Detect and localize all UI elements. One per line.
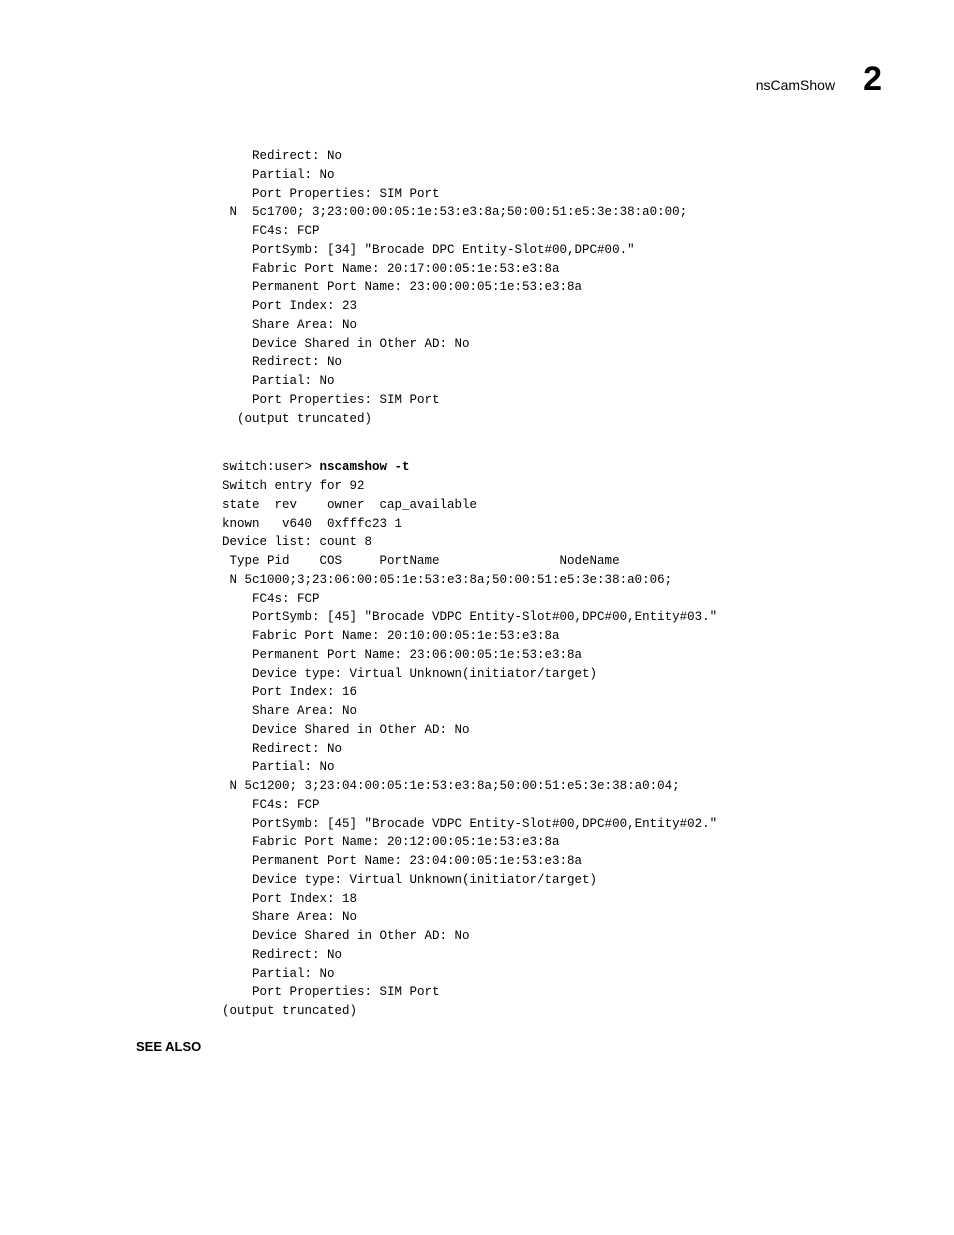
prompt-command: nscamshow -t xyxy=(320,460,410,474)
command-line: switch:user> nscamshow -t xyxy=(222,458,882,477)
see-also-heading: SEE ALSO xyxy=(136,1039,882,1054)
header-chapter-number: 2 xyxy=(863,60,882,99)
prompt-prefix: switch:user> xyxy=(222,460,320,474)
code-output-block-2: Switch entry for 92 state rev owner cap_… xyxy=(222,477,882,1021)
page-header: nsCamShow 2 xyxy=(136,60,882,99)
header-title: nsCamShow xyxy=(756,77,835,93)
code-output-block-1: Redirect: No Partial: No Port Properties… xyxy=(222,147,882,428)
